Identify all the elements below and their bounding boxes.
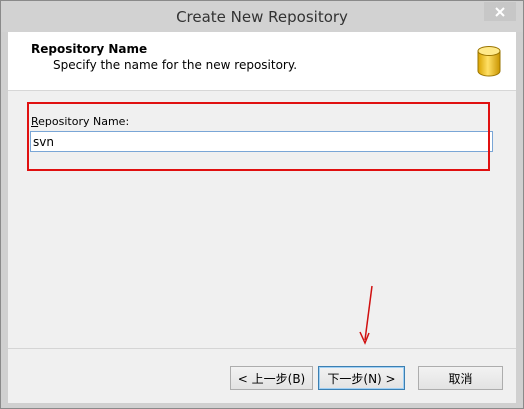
next-button[interactable]: 下一步(N) >: [318, 366, 405, 390]
close-icon: [495, 6, 505, 17]
cancel-button[interactable]: 取消: [418, 366, 503, 390]
back-button[interactable]: < 上一步(B): [230, 366, 313, 390]
repository-name-label: Repository Name:: [31, 115, 129, 128]
page-title: Repository Name: [31, 42, 148, 56]
button-bar: < 上一步(B) 下一步(N) > 取消: [8, 348, 516, 403]
window-title: Create New Repository: [176, 8, 348, 26]
page-subtitle: Specify the name for the new repository.: [53, 58, 298, 72]
label-text: epository Name:: [38, 115, 130, 128]
wizard-content: Repository Name:: [8, 91, 516, 348]
database-icon: [477, 46, 501, 77]
create-repository-dialog: Create New Repository Repository Name Sp…: [0, 0, 524, 409]
wizard-header: Repository Name Specify the name for the…: [8, 32, 516, 91]
title-bar[interactable]: Create New Repository: [1, 1, 523, 32]
repository-name-input[interactable]: [30, 131, 493, 152]
close-button[interactable]: [484, 2, 516, 21]
